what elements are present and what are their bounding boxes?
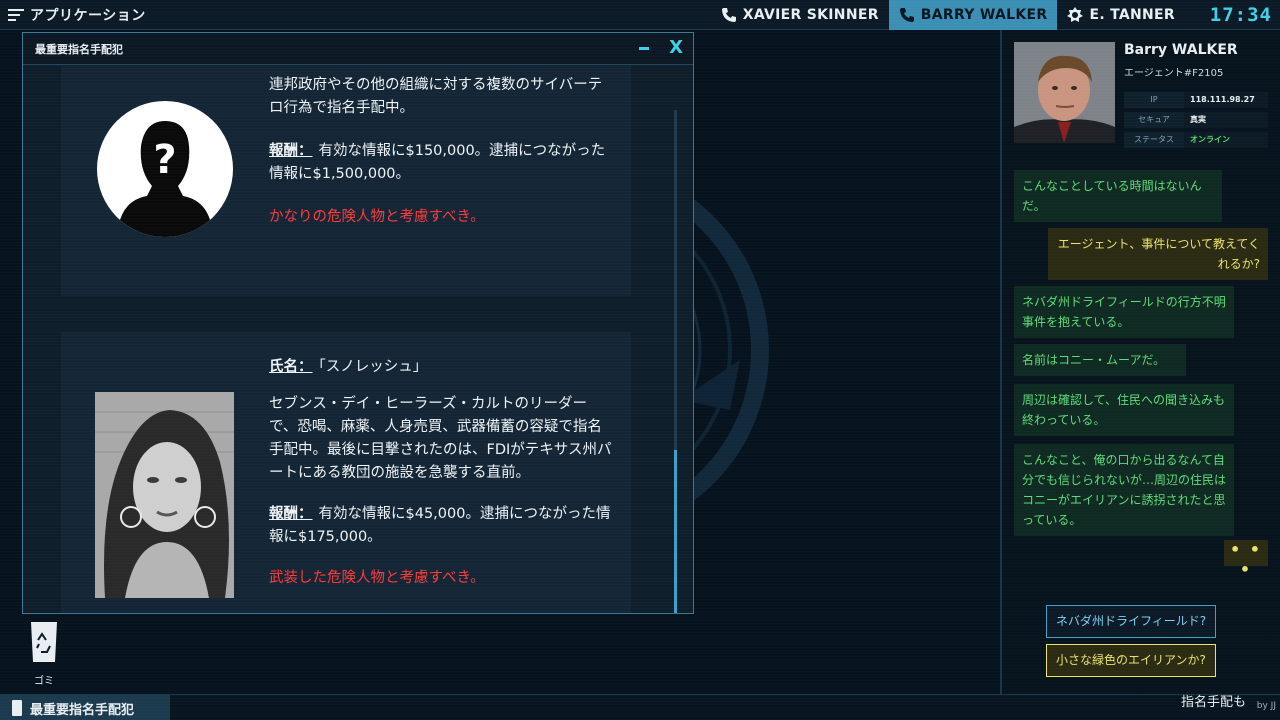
reward-label: 報酬： [269, 143, 313, 159]
info-row-secure: セキュア 真実 [1124, 112, 1268, 128]
top-bar: アプリケーション XAVIER SKINNER BARRY WALKER E. … [0, 0, 1280, 30]
contact-name: BARRY WALKER [920, 7, 1048, 23]
credit-text: by JJ [1256, 701, 1276, 711]
entry-reward: 報酬： 有効な情報に$45,000。逮捕につながった情報に$175,000。 [269, 503, 614, 549]
applications-menu[interactable]: アプリケーション [0, 0, 146, 30]
wanted-status-label: 指名手配も [1180, 695, 1246, 710]
suspect-photo [95, 392, 234, 598]
wanted-entry: 氏名： 「スノレッシュ」 セブンス・デイ・ヒーラーズ・カルトのリーダーで、恐喝、麻… [61, 332, 631, 613]
minimize-button[interactable] [639, 47, 649, 50]
chat-message-player: エージェント、事件について教えてくれるか? [1048, 228, 1268, 280]
agent-name: Barry WALKER [1124, 42, 1238, 58]
agent-info-table: IP 118.111.98.27 セキュア 真実 ステータス オンライン [1124, 92, 1268, 152]
reply-choice-button[interactable]: ネバダ州ドライフィールド? [1046, 605, 1217, 638]
recycle-bin-icon [31, 622, 57, 662]
close-button[interactable]: X [669, 37, 683, 58]
scrollbar[interactable] [674, 110, 677, 613]
document-icon [12, 700, 22, 716]
entry-reward: 報酬： 有効な情報に$150,000。逮捕につながった情報に$1,500,000。 [269, 140, 614, 186]
entry-name: 氏名： 「スノレッシュ」 [269, 356, 614, 379]
window-title: 最重要指名手配犯 [35, 42, 123, 56]
trash-desktop-icon[interactable]: ゴミ [26, 620, 62, 687]
contact-name: XAVIER SKINNER [742, 7, 879, 23]
chat-message-agent: ネバダ州ドライフィールドの行方不明事件を抱えている。 [1014, 286, 1234, 338]
typing-indicator: • • • [1224, 540, 1268, 579]
chat-message-agent: 名前はコニー・ムーアだ。 [1014, 344, 1186, 376]
taskbar-item-most-wanted[interactable]: 最重要指名手配犯 [0, 695, 170, 720]
info-row-status: ステータス オンライン [1124, 132, 1268, 148]
info-value: オンライン [1184, 132, 1268, 148]
info-key: セキュア [1124, 112, 1184, 128]
agent-id: エージェント#F2105 [1124, 68, 1224, 79]
chat-message-agent: こんなことしている時間はないんだ。 [1014, 170, 1222, 222]
info-key: IP [1124, 92, 1184, 108]
unknown-person-icon: ? [97, 101, 233, 237]
phone-icon [899, 8, 914, 22]
applications-label: アプリケーション [30, 7, 146, 24]
clock: 17:34 [1209, 4, 1272, 26]
contact-tab-e-tanner[interactable]: E. TANNER [1057, 0, 1185, 30]
wanted-entry: ? 連邦政府やその他の組織に対する複数のサイバーテロ行為で指名手配中。 報酬：有… [61, 66, 631, 296]
reward-text: 有効な情報に$150,000。逮捕につながった情報に$1,500,000。 [269, 143, 606, 182]
scrollbar-thumb[interactable] [674, 450, 677, 613]
info-key: ステータス [1124, 132, 1184, 148]
agent-avatar [1014, 42, 1115, 143]
contact-tab-xavier-skinner[interactable]: XAVIER SKINNER [711, 0, 889, 30]
chat-message-agent: こんなこと、俺の口から出るなんて自分でも信じられないが…周辺の住民はコニーがエイ… [1014, 444, 1234, 536]
reply-choice-button[interactable]: 小さな緑色のエイリアンか? [1046, 644, 1216, 677]
contact-tab-barry-walker[interactable]: BARRY WALKER [888, 0, 1058, 30]
svg-text:?: ? [153, 137, 176, 183]
entry-details: 氏名： 「スノレッシュ」 セブンス・デイ・ヒーラーズ・カルトのリーダーで、恐喝、麻… [269, 356, 614, 610]
badge-icon [1067, 7, 1084, 22]
entry-details: 連邦政府やその他の組織に対する複数のサイバーテロ行為で指名手配中。 報酬： 有効な… [269, 74, 614, 249]
entry-description: セブンス・デイ・ヒーラーズ・カルトのリーダーで、恐喝、麻薬、人身売買、武器備蓄の… [269, 396, 612, 481]
name-label: 氏名： [269, 359, 313, 375]
taskbar-item-label: 最重要指名手配犯 [30, 702, 135, 718]
info-row-ip: IP 118.111.98.27 [1124, 92, 1268, 108]
contact-name: E. TANNER [1089, 7, 1175, 23]
reward-label: 報酬： [269, 506, 313, 522]
window-content[interactable]: ? 連邦政府やその他の組織に対する複数のサイバーテロ行為で指名手配中。 報酬：有… [23, 66, 693, 613]
entry-warning: 武装した危険人物と考慮すべき。 [269, 570, 485, 586]
entry-description: 連邦政府やその他の組織に対する複数のサイバーテロ行為で指名手配中。 [269, 77, 603, 116]
suspect-name: 「スノレッシュ」 [318, 359, 428, 375]
reward-text: 有効な情報に$45,000。逮捕につながった情報に$175,000。 [269, 506, 611, 545]
window-title-bar[interactable]: 最重要指名手配犯 X [23, 33, 693, 65]
entry-warning: かなりの危険人物と考慮すべき。 [269, 209, 485, 225]
contact-tabs: XAVIER SKINNER BARRY WALKER E. TANNER [711, 0, 1185, 30]
chat-message-agent: 周辺は確認して、住民への聞き込みも終わっている。 [1014, 384, 1234, 436]
agent-chat-panel: Barry WALKER エージェント#F2105 IP 118.111.98.… [1000, 30, 1280, 694]
trash-label: ゴミ [34, 676, 54, 687]
info-value: 118.111.98.27 [1184, 92, 1268, 108]
info-value: 真実 [1184, 112, 1268, 128]
menu-icon [8, 8, 24, 21]
most-wanted-window: 最重要指名手配犯 X ? 連邦政府やその他の組織に対する複数のサイバーテロ行為で… [22, 32, 694, 614]
phone-icon [721, 8, 736, 22]
taskbar: 最重要指名手配犯 by JJ [0, 694, 1280, 720]
